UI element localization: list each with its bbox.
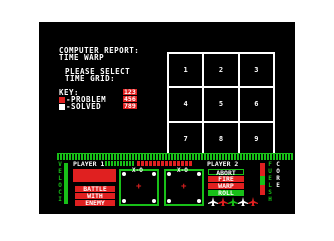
scanner-crosshair: + bbox=[181, 182, 187, 192]
scanner-corner bbox=[167, 199, 171, 203]
scanner-corner bbox=[152, 199, 156, 203]
scanner-corner bbox=[197, 199, 201, 203]
scanner-corner bbox=[122, 172, 126, 176]
fuel-letter: L bbox=[268, 182, 272, 189]
core-letter: C bbox=[276, 161, 280, 168]
velocity-column: V E L O C I bbox=[57, 161, 63, 206]
time-grid-cell-1[interactable]: 1 bbox=[168, 53, 204, 88]
velocity-letter: I bbox=[58, 196, 62, 203]
fuel-column: F U E L S H bbox=[267, 161, 273, 206]
scanner-corner bbox=[167, 172, 171, 176]
ship-console: V E L O C I PLAYER 1 BATTLE WITH ENEMY +… bbox=[57, 153, 293, 206]
velocity-letter: O bbox=[58, 182, 62, 189]
velocity-letter: C bbox=[58, 189, 62, 196]
ship-icon bbox=[218, 197, 228, 206]
fuel-letter: F bbox=[268, 161, 272, 168]
game-screen: COMPUTER REPORT: TIME WARP PLEASE SELECT… bbox=[39, 22, 295, 214]
player1-display bbox=[73, 169, 116, 182]
ship-icon bbox=[238, 197, 248, 206]
velocity-letter: L bbox=[58, 175, 62, 182]
fuel-letter: U bbox=[268, 168, 272, 175]
scanner-right: + bbox=[164, 169, 204, 206]
velocity-gauge bbox=[64, 163, 68, 204]
player2-label: PLAYER 2 bbox=[207, 160, 239, 168]
select-prompt-line2: TIME GRID: bbox=[65, 74, 116, 83]
core-letter: R bbox=[276, 175, 280, 182]
time-grid-cell-2[interactable]: 2 bbox=[203, 53, 239, 88]
fuel-gauge-green bbox=[260, 176, 265, 185]
scanner-corner bbox=[122, 199, 126, 203]
solved-swatch bbox=[59, 104, 65, 110]
scanner-left: + bbox=[119, 169, 159, 206]
core-letter: O bbox=[276, 168, 280, 175]
menu-roll[interactable]: ROLL bbox=[208, 190, 244, 196]
fuel-letter: E bbox=[268, 175, 272, 182]
time-grid-cell-7[interactable]: 7 bbox=[168, 121, 204, 156]
fuel-letter: H bbox=[268, 196, 272, 203]
velocity-letter: V bbox=[58, 161, 62, 168]
ship-icon bbox=[228, 197, 238, 206]
scanner-crosshair: + bbox=[136, 182, 142, 192]
center-energy-bar bbox=[137, 161, 193, 166]
time-grid: 1 2 3 4 5 6 7 8 9 bbox=[167, 52, 275, 157]
ship-icon bbox=[208, 197, 218, 206]
time-grid-cell-3[interactable]: 3 bbox=[238, 53, 274, 88]
time-grid-cell-5[interactable]: 5 bbox=[203, 87, 239, 122]
scanner-corner bbox=[197, 172, 201, 176]
velocity-letter: E bbox=[58, 168, 62, 175]
solved-label: -SOLVED bbox=[66, 102, 102, 111]
scanner-left-label: X-O bbox=[132, 167, 143, 174]
core-letter: E bbox=[276, 182, 280, 189]
solved-value: 789 bbox=[123, 102, 137, 110]
time-grid-cell-6[interactable]: 6 bbox=[238, 87, 274, 122]
fuel-letter: S bbox=[268, 189, 272, 196]
report-subtitle: TIME WARP bbox=[59, 53, 105, 62]
scanner-right-label: X-O bbox=[177, 167, 188, 174]
time-grid-cell-4[interactable]: 4 bbox=[168, 87, 204, 122]
problem-swatch bbox=[59, 97, 65, 103]
core-column: C O R E bbox=[275, 161, 281, 191]
battle-message-line3: ENEMY bbox=[75, 200, 115, 206]
time-grid-cell-8[interactable]: 8 bbox=[203, 121, 239, 156]
player1-energy-bar bbox=[105, 161, 135, 166]
ship-icon bbox=[248, 197, 258, 206]
player1-label: PLAYER 1 bbox=[73, 160, 105, 168]
console-top-rail bbox=[57, 153, 293, 160]
scanner-corner bbox=[152, 172, 156, 176]
time-grid-cell-9[interactable]: 9 bbox=[238, 121, 274, 156]
